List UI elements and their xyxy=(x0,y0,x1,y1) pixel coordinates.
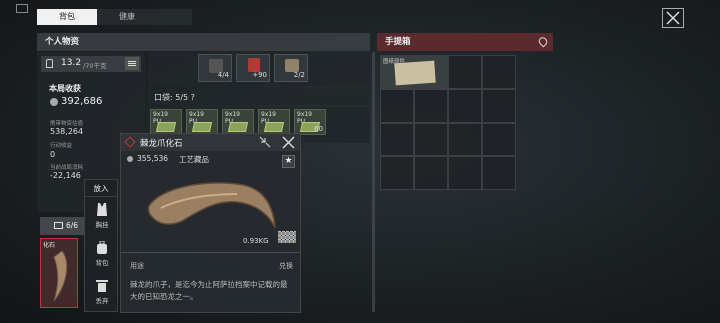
put-backpack-button[interactable]: 背包 xyxy=(85,235,119,273)
popup-header: 棘龙爪化石 xyxy=(121,134,300,151)
medkit-icon xyxy=(248,58,260,72)
grid-cell[interactable] xyxy=(380,122,414,157)
grid-cell[interactable] xyxy=(448,55,482,89)
loss-value: -22,146 xyxy=(50,171,81,180)
put-vest-button[interactable]: 胸挂 xyxy=(85,197,119,235)
backpack-icon xyxy=(97,241,107,254)
list-icon[interactable] xyxy=(125,57,139,70)
case-icon xyxy=(54,222,63,229)
weight-max: /70千克 xyxy=(83,62,107,70)
size-grid-icon xyxy=(278,231,296,243)
ammo-icon xyxy=(263,122,285,132)
carry-label: 携带物资估值 xyxy=(50,121,84,127)
grid-cell[interactable] xyxy=(448,122,482,157)
briefcase-title: 手提箱 xyxy=(385,37,411,47)
discard-label: 丢弃 xyxy=(95,297,109,305)
ammo-item[interactable]: 9x19 PU xyxy=(186,109,218,135)
item-name: 棘龙爪化石 xyxy=(140,139,183,149)
ammo-item[interactable]: 9x19 PU xyxy=(222,109,254,135)
usage-label: 用途 xyxy=(130,262,144,270)
grid-cell[interactable] xyxy=(380,88,414,123)
briefcase-item[interactable]: 图纸原件 xyxy=(380,55,448,89)
ammo-icon xyxy=(155,122,177,132)
grid-cell[interactable] xyxy=(482,122,516,157)
grid-cell[interactable] xyxy=(482,156,516,190)
vest-icon xyxy=(97,203,107,216)
ammo-item[interactable]: 9x19 PU xyxy=(150,109,182,135)
collapse-icon[interactable] xyxy=(259,136,271,148)
briefcase-header: 手提箱 xyxy=(377,33,553,51)
tab-health[interactable]: 健康 xyxy=(97,9,157,25)
item-price: 355,536 xyxy=(137,154,169,163)
favorite-button[interactable]: ★ xyxy=(282,155,295,168)
star-icon: ★ xyxy=(284,156,293,166)
item-rarity-icon xyxy=(124,136,136,148)
location-pin-icon[interactable] xyxy=(536,35,550,48)
slot-bar: 6/6 xyxy=(40,217,84,235)
tab-bar: 背包 健康 xyxy=(37,9,192,25)
menu-corner-icon[interactable] xyxy=(16,4,28,13)
item-weight: 0.93KG xyxy=(243,237,269,245)
action-value: 0 xyxy=(50,150,56,159)
scrollbar[interactable] xyxy=(372,52,375,312)
close-icon xyxy=(666,11,680,25)
item-description: 棘龙的爪子，是迄今为止阿萨拉档案中记载的最大的已知恐龙之一。 xyxy=(130,280,288,301)
item-category: 工艺藏品 xyxy=(179,155,209,164)
grid-cell[interactable] xyxy=(448,156,482,190)
price-coin-icon xyxy=(127,156,133,162)
grid-cell[interactable] xyxy=(414,156,448,190)
ammo-icon xyxy=(227,122,249,132)
trash-icon xyxy=(96,280,108,292)
popup-close-icon[interactable] xyxy=(282,136,295,149)
briefcase-grid: 图纸原件 xyxy=(380,55,516,190)
claw-icon xyxy=(53,250,68,302)
tab-backpack[interactable]: 背包 xyxy=(37,9,97,25)
popup-divider xyxy=(121,252,300,253)
weight-row: 13.2 /70千克 xyxy=(41,56,141,72)
ammo-count: 60 xyxy=(314,125,323,133)
equip-count-a: 4/4 xyxy=(217,71,229,79)
action-label: 行动收益 xyxy=(50,143,73,149)
exchange-label[interactable]: 兑换 xyxy=(279,261,293,271)
equip-slot-c[interactable]: 2/2 xyxy=(274,54,308,82)
carry-value: 538,264 xyxy=(50,127,84,136)
equip-slot-b[interactable]: +90 xyxy=(236,54,270,82)
put-backpack-label: 背包 xyxy=(95,259,109,267)
equip-row: 4/4 +90 2/2 xyxy=(148,52,370,86)
ammo-icon xyxy=(191,122,213,132)
equip-count-b: +90 xyxy=(252,71,267,79)
personal-header: 个人物资 xyxy=(37,33,370,51)
item-image xyxy=(147,182,276,229)
grid-cell[interactable] xyxy=(448,88,482,123)
ammo-item[interactable]: 9x19 PU xyxy=(258,109,290,135)
equip-slot-a[interactable]: 4/4 xyxy=(198,54,232,82)
put-vest-label: 胸挂 xyxy=(95,221,109,229)
coin-icon xyxy=(50,98,58,106)
grid-cell[interactable] xyxy=(414,122,448,157)
slot-count: 6/6 xyxy=(66,221,79,230)
close-button[interactable] xyxy=(662,8,684,28)
grid-cell[interactable] xyxy=(482,55,516,89)
item-detail-popup: 棘龙爪化石 355,536 工艺藏品 ★ 0.93KG 用途 兑换 棘龙的爪子，… xyxy=(120,133,301,313)
context-menu-title: 放入 xyxy=(85,180,117,197)
income-value: 392,686 xyxy=(61,96,103,107)
document-icon xyxy=(394,60,436,86)
income-label: 本局收获 xyxy=(49,84,81,93)
context-menu: 放入 胸挂 背包 丢弃 xyxy=(84,179,118,312)
weight-icon xyxy=(46,59,53,68)
pocket-header: 口袋: 5/5 ? xyxy=(148,89,370,105)
loss-label: 当前战局消耗 xyxy=(50,165,84,171)
grid-cell[interactable] xyxy=(414,88,448,123)
personal-title: 个人物资 xyxy=(45,37,80,47)
weight-value: 13.2 xyxy=(61,58,82,68)
ammo-item[interactable]: 9x19 PU60 xyxy=(294,109,326,135)
discard-button[interactable]: 丢弃 xyxy=(85,273,119,311)
grid-cell[interactable] xyxy=(380,156,414,190)
grid-cell[interactable] xyxy=(482,88,516,123)
equip-count-c: 2/2 xyxy=(293,71,305,79)
selected-item-slot[interactable]: 化石 xyxy=(40,238,78,308)
pocket-label: 口袋: 5/5 ? xyxy=(154,93,195,102)
